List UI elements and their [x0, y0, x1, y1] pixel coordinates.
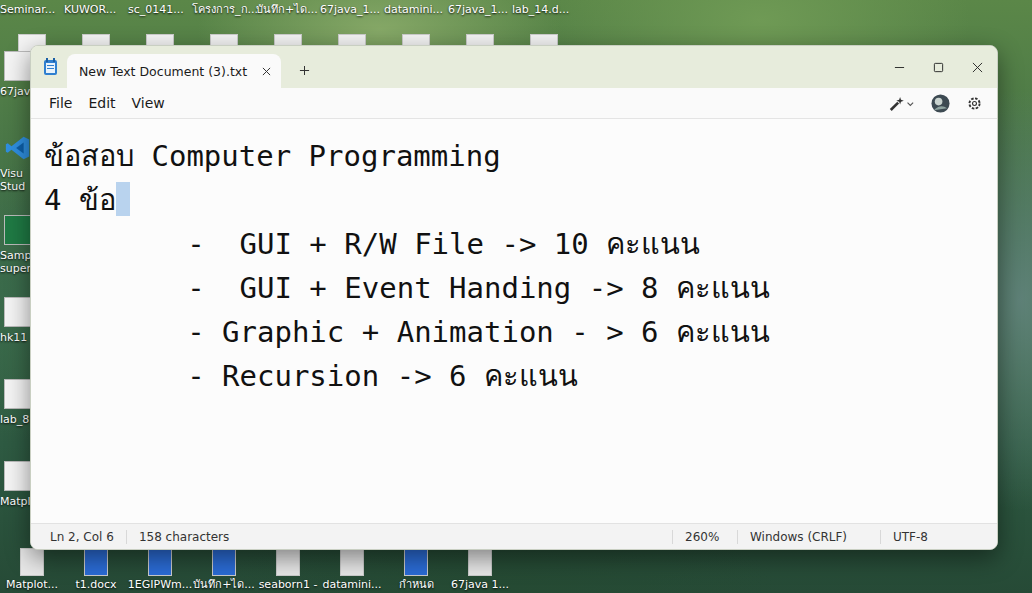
desktop-icon-label: 1EGIPWm... — [128, 578, 192, 591]
close-icon — [972, 62, 983, 73]
notepad-window: New Text Document (3).txt FileEditView ข… — [30, 45, 998, 550]
close-button[interactable] — [958, 46, 997, 88]
menu-tools — [887, 94, 983, 113]
file-icon — [404, 548, 428, 576]
desktop-icon-label: 67java 1... — [451, 578, 509, 591]
encoding[interactable]: UTF-8 — [880, 530, 985, 544]
desktop-icon-label: t1.docx — [75, 578, 116, 591]
menu-item[interactable]: View — [124, 92, 173, 114]
desktop-icon-label: Matpl — [0, 495, 34, 508]
status-bar: Ln 2, Col 6 158 characters 260% Windows … — [31, 523, 997, 549]
file-icon — [4, 379, 32, 409]
file-icon — [4, 297, 32, 327]
settings-gear-icon[interactable] — [966, 95, 983, 112]
window-controls — [880, 46, 997, 88]
file-icon — [148, 548, 172, 576]
desktop-icon-label: hk11 — [0, 331, 34, 344]
text-line: 4 ข้อ — [44, 178, 984, 222]
text-line: - Recursion -> 6 คะแนน — [44, 354, 984, 398]
desktop-icon-label: โครงการ_ก... — [192, 3, 258, 16]
file-icon — [4, 461, 32, 491]
desktop-icon-label: KUWOR... — [64, 3, 116, 16]
desktop-icon[interactable]: 1EGIPWm... — [128, 548, 192, 591]
tab-title: New Text Document (3).txt — [79, 64, 247, 79]
file-icon — [340, 548, 364, 576]
desktop: Seminar... KUWOR... sc_0141... โครงการ_ก… — [0, 0, 1032, 593]
minimize-button[interactable] — [880, 46, 919, 88]
vscode-icon — [4, 133, 32, 163]
desktop-icon-label: Samp super — [0, 249, 34, 275]
desktop-icon[interactable]: t1.docx — [64, 548, 128, 591]
maximize-icon — [933, 62, 944, 73]
text-line: ข้อสอบ Computer Programming — [44, 134, 984, 178]
minimize-icon — [894, 62, 905, 73]
file-icon — [20, 548, 44, 576]
text-line: - Graphic + Animation - > 6 คะแนน — [44, 310, 984, 354]
desktop-icon-label: lab_8 — [0, 413, 34, 426]
desktop-icon-label: Visu Stud — [0, 167, 34, 193]
desktop-icon-label: 67java — [0, 85, 34, 98]
desktop-icon-label: datamini... — [384, 3, 443, 16]
cursor-position: Ln 2, Col 6 — [31, 530, 126, 544]
desktop-icon-label: Matplot... — [6, 578, 58, 591]
desktop-icon-label: กำหนด — [399, 578, 434, 591]
menu-bar: FileEditView — [31, 88, 997, 119]
maximize-button[interactable] — [919, 46, 958, 88]
text-line: - GUI + Event Handing -> 8 คะแนน — [44, 266, 984, 310]
copilot-rewrite-icon[interactable] — [887, 95, 915, 112]
desktop-icon-label: sc_0141... — [128, 3, 184, 16]
document-tab[interactable]: New Text Document (3).txt — [67, 54, 281, 88]
file-icon — [212, 548, 236, 576]
close-tab-icon[interactable] — [262, 67, 271, 76]
file-icon — [84, 548, 108, 576]
text-editor[interactable]: ข้อสอบ Computer Programming4 ข้อ- GUI + … — [31, 119, 997, 523]
desktop-icon-label: lab_14.d... — [512, 3, 569, 16]
line-ending[interactable]: Windows (CRLF) — [737, 530, 880, 544]
desktop-icon-label: บันทึก+ได... — [193, 578, 255, 591]
menu-item[interactable]: Edit — [80, 92, 123, 114]
file-icon — [4, 215, 32, 245]
desktop-bottom-row: Matplot... t1.docx 1EGIPWm... บันทึก+ได.… — [0, 548, 512, 591]
account-avatar-icon[interactable] — [931, 94, 950, 113]
desktop-icon[interactable]: datamini... — [320, 548, 384, 591]
new-tab-icon[interactable] — [299, 65, 310, 76]
desktop-icon-label: Seminar... — [0, 3, 55, 16]
notepad-icon — [43, 58, 59, 76]
desktop-icon-label: 67java_1... — [320, 3, 380, 16]
character-count: 158 characters — [126, 530, 241, 544]
desktop-icon[interactable]: บันทึก+ได... — [192, 548, 256, 591]
text-selection — [116, 182, 131, 215]
zoom-level[interactable]: 260% — [672, 530, 737, 544]
file-icon — [4, 51, 32, 81]
desktop-icon[interactable]: กำหนด — [384, 548, 448, 591]
desktop-icon[interactable]: Matplot... — [0, 548, 64, 591]
file-icon — [468, 548, 492, 576]
file-icon — [276, 548, 300, 576]
desktop-icon-label: บันทึก+ได... — [256, 3, 318, 16]
desktop-icon[interactable]: 67java 1... — [448, 548, 512, 591]
title-bar: New Text Document (3).txt — [31, 46, 997, 88]
desktop-icon-label: 67java_1... — [448, 3, 508, 16]
desktop-icon-label: datamini... — [322, 578, 381, 591]
desktop-icon[interactable]: seaborn1 - — [256, 548, 320, 591]
menu-item[interactable]: File — [41, 92, 80, 114]
text-line: - GUI + R/W File -> 10 คะแนน — [44, 222, 984, 266]
desktop-icon-label: seaborn1 - — [259, 578, 318, 591]
